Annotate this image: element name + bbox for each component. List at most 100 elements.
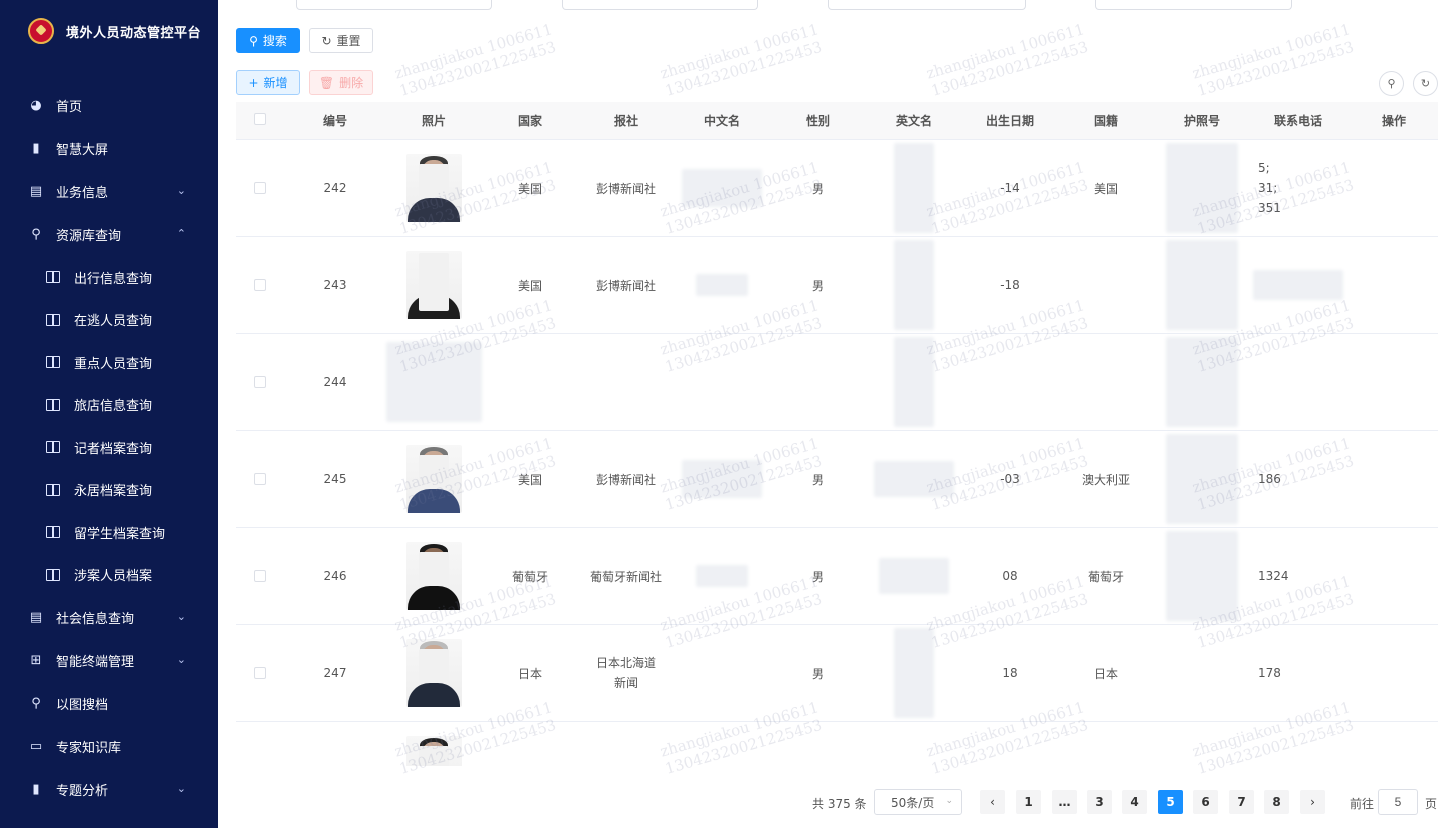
sidebar-item-label: 智慧大屏: [56, 143, 109, 158]
checkbox[interactable]: [254, 570, 266, 582]
cell-chinese-name: [674, 528, 770, 624]
sidebar-item-label: 业务信息: [56, 186, 109, 201]
prev-page-button[interactable]: ‹: [980, 790, 1005, 814]
filter-input[interactable]: [562, 0, 758, 10]
sidebar-item-resource-query[interactable]: ⚲ 资源库查询 ⌃: [0, 213, 218, 256]
checkbox[interactable]: [254, 473, 266, 485]
reset-button[interactable]: ↻ 重置: [309, 28, 373, 53]
sidebar-subitem-label: 在逃人员查询: [74, 314, 153, 330]
person-photo: [406, 542, 462, 610]
sidebar-item-label: 以图搜档: [56, 698, 109, 713]
checkbox[interactable]: [254, 667, 266, 679]
page-button-active[interactable]: 5: [1158, 790, 1183, 814]
checkbox[interactable]: [254, 279, 266, 291]
sidebar-subitem-permanent-resident[interactable]: 永居档案查询: [0, 469, 218, 512]
sidebar-item-label: 首页: [56, 100, 83, 115]
table-row[interactable]: 245 美国 彭博新闻社 男 -03 澳大利亚 186: [236, 431, 1438, 528]
book-open-icon: [46, 398, 60, 411]
sidebar-subitem-key-person[interactable]: 重点人员查询: [0, 341, 218, 384]
cell-english-name: [866, 334, 962, 430]
sidebar-item-image-search[interactable]: ⚲ 以图搜档: [0, 682, 218, 725]
person-photo: [406, 639, 462, 707]
sidebar-item-home[interactable]: ◕ 首页: [0, 84, 218, 127]
sidebar-item-business-info[interactable]: ▤ 业务信息 ⌄: [0, 170, 218, 213]
cell-country: 美国: [517, 472, 542, 487]
checkbox[interactable]: [254, 113, 266, 125]
checkbox[interactable]: [254, 376, 266, 388]
cell-passport: [1154, 528, 1250, 624]
toggle-search-button[interactable]: ⚲: [1379, 71, 1404, 96]
sidebar-item-social-info[interactable]: ▤ 社会信息查询 ⌄: [0, 596, 218, 639]
goto-page-input[interactable]: [1378, 789, 1418, 815]
cell-country: 日本: [517, 666, 542, 681]
filter-input[interactable]: [296, 0, 492, 10]
cell-english-name: [866, 431, 962, 527]
sidebar-item-label: 专题分析: [56, 784, 109, 799]
refresh-table-button[interactable]: ↻: [1413, 71, 1438, 96]
header-cell: 联系电话: [1273, 114, 1322, 128]
sidebar-subitem-travel[interactable]: 出行信息查询: [0, 256, 218, 299]
cell-country: 美国: [517, 278, 542, 293]
header-cell: 护照号: [1183, 114, 1220, 128]
cell-phone: 1324: [1258, 569, 1289, 583]
cell-press: 葡萄牙新闻社: [589, 569, 662, 584]
total-count: 共 375 条: [812, 797, 867, 811]
cell-birth-date: -03: [1000, 472, 1020, 486]
page-button[interactable]: 7: [1229, 790, 1254, 814]
page-button[interactable]: 6: [1193, 790, 1218, 814]
checkbox[interactable]: [254, 182, 266, 194]
cell-id: 243: [323, 278, 347, 292]
cell-birth-date: 08: [1002, 569, 1018, 583]
chevron-down-icon: ⌄: [176, 653, 186, 666]
next-page-button[interactable]: ›: [1300, 790, 1325, 814]
sidebar-item-terminal[interactable]: ⊞ 智能终端管理 ⌄: [0, 639, 218, 682]
sidebar-subitem-label: 记者档案查询: [74, 441, 153, 457]
filter-input[interactable]: [828, 0, 1026, 10]
page-button[interactable]: 3: [1087, 790, 1112, 814]
page-button[interactable]: 8: [1264, 790, 1289, 814]
cell-actions: [1346, 431, 1438, 527]
brand: 境外人员动态管控平台: [28, 18, 201, 44]
sidebar-subitem-hotel[interactable]: 旅店信息查询: [0, 384, 218, 427]
sidebar-item-smart-screen[interactable]: ▮ 智慧大屏: [0, 127, 218, 170]
search-icon: ⚲: [31, 227, 41, 242]
table-row[interactable]: 247 日本 日本北海道新闻 男 18 日本 178: [236, 625, 1438, 722]
cell-phone: 186: [1258, 472, 1281, 486]
cell-english-name: [866, 625, 962, 721]
sidebar-subitem-journalist[interactable]: 记者档案查询: [0, 426, 218, 469]
table-row[interactable]: [236, 722, 1438, 766]
sidebar-subitem-fugitive[interactable]: 在逃人员查询: [0, 299, 218, 342]
sidebar-item-topic-analysis[interactable]: ▮ 专题分析 ⌄: [0, 768, 218, 811]
header-select-all[interactable]: [236, 113, 284, 128]
sidebar-item-label: 专家知识库: [56, 741, 122, 756]
sidebar-subitem-case-person[interactable]: 涉案人员档案: [0, 554, 218, 597]
table-row[interactable]: 242 美国 彭博新闻社 男 -14 美国 5; 31; 351: [236, 140, 1438, 237]
filter-input[interactable]: [1095, 0, 1292, 10]
cell-passport: [1154, 625, 1250, 721]
search-button[interactable]: ⚲ 搜索: [236, 28, 300, 53]
book-open-icon: [46, 483, 60, 496]
header-cell: 报社: [613, 114, 638, 128]
cell-press: 彭博新闻社: [595, 472, 656, 487]
chevron-up-icon: ⌃: [176, 227, 186, 240]
page-ellipsis[interactable]: …: [1052, 790, 1077, 814]
cell-country: [482, 334, 578, 430]
table-row[interactable]: 244: [236, 334, 1438, 431]
page-button[interactable]: 4: [1122, 790, 1147, 814]
page-button[interactable]: 1: [1016, 790, 1041, 814]
table-row[interactable]: 246 葡萄牙 葡萄牙新闻社 男 08 葡萄牙 1324: [236, 528, 1438, 625]
add-button[interactable]: + 新增: [236, 70, 300, 95]
cell-nationality: 日本: [1093, 666, 1118, 681]
delete-button[interactable]: 🗑 删除: [309, 70, 373, 95]
bar-chart-icon: ▮: [32, 782, 40, 797]
header-cell: 照片: [421, 114, 446, 128]
cell-birth-date: 18: [1002, 666, 1018, 680]
table-row[interactable]: 243 美国 彭博新闻社 男 -18: [236, 237, 1438, 334]
cell-english-name: [866, 528, 962, 624]
sidebar-item-expert-kb[interactable]: ▭ 专家知识库: [0, 725, 218, 768]
page-size-select[interactable]: 50条/页 ⌄: [874, 789, 962, 815]
sidebar-subitem-student[interactable]: 留学生档案查询: [0, 511, 218, 554]
book-open-icon: [46, 568, 60, 581]
cell-country: 葡萄牙: [511, 569, 548, 584]
cell-phone: 178: [1258, 666, 1281, 680]
